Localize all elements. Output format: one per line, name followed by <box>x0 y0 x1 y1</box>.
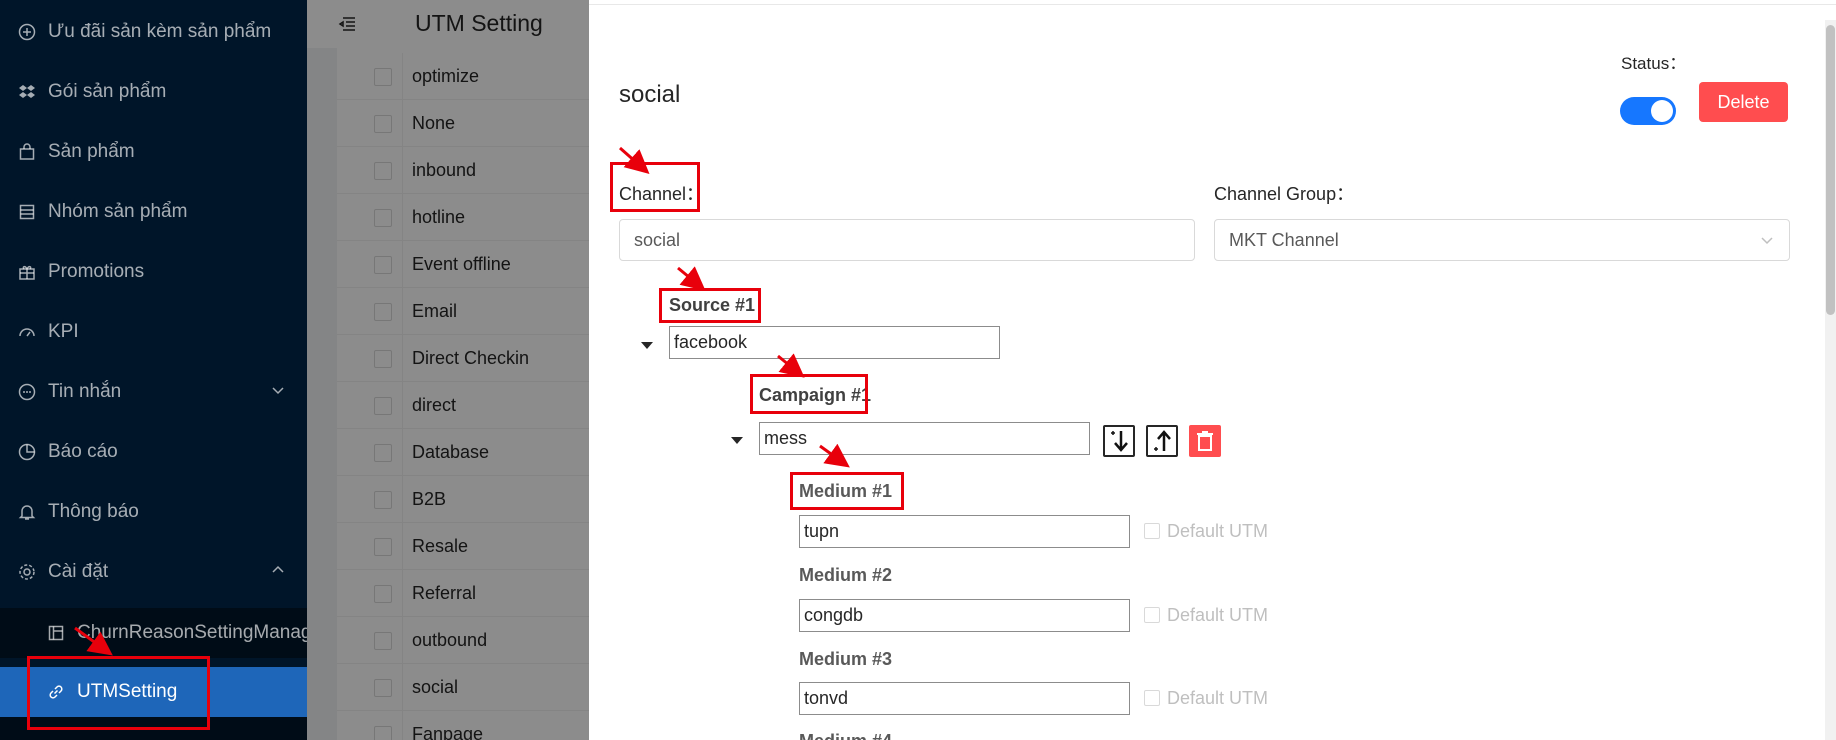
annotation-box-medium <box>790 472 904 510</box>
channel-group-label: Channel Group： <box>1214 184 1355 204</box>
sidebar: Ưu đãi sản kèm sản phẩm Gói sản phẩm Sản… <box>0 0 338 740</box>
gear-icon <box>18 563 36 581</box>
annotation-box-source <box>659 288 761 323</box>
sidebar-item-label: Cài đặt <box>48 561 109 582</box>
layout-icon <box>47 624 65 642</box>
campaign-collapse-caret[interactable] <box>731 437 743 444</box>
chevron-down-icon <box>1761 237 1773 245</box>
sidebar-item-reports[interactable]: Báo cáo <box>0 428 307 476</box>
source-input[interactable]: facebook <box>669 326 1000 359</box>
message-icon <box>18 383 36 401</box>
annotation-box-utm-setting <box>27 656 210 730</box>
move-down-button[interactable] <box>1103 425 1135 457</box>
shopping-bag-icon <box>18 143 36 161</box>
sidebar-item-label: Sản phẩm <box>48 141 135 162</box>
medium-1-default-checkbox[interactable] <box>1144 523 1160 539</box>
medium-2-input[interactable]: congdb <box>799 599 1130 632</box>
channel-input[interactable]: social <box>619 219 1195 261</box>
campaign-input[interactable]: mess <box>759 422 1090 455</box>
sidebar-item-notifications[interactable]: Thông báo <box>0 488 307 536</box>
gift-icon <box>18 263 36 281</box>
sidebar-item-churn-reason-setting[interactable]: ChurnReasonSettingManagem <box>0 608 338 658</box>
sidebar-item-product-package[interactable]: Gói sản phẩm <box>0 68 307 116</box>
plus-circle-icon <box>18 23 36 41</box>
drawer-title: social <box>619 81 681 108</box>
sidebar-item-label: Tin nhắn <box>48 381 122 402</box>
source-collapse-caret[interactable] <box>641 342 653 349</box>
sidebar-item-label: Promotions <box>48 261 145 282</box>
medium-3-input[interactable]: tonvd <box>799 682 1130 715</box>
sidebar-item-settings[interactable]: Cài đặt <box>0 548 307 596</box>
database-icon <box>18 203 36 221</box>
sidebar-item-label: Nhóm sản phẩm <box>48 201 188 222</box>
annotation-box-campaign <box>750 374 868 414</box>
sidebar-item-label: Thông báo <box>48 501 139 522</box>
trash-icon <box>1197 431 1213 451</box>
annotation-box-channel <box>610 162 700 212</box>
utm-edit-drawer: social Status： Delete Channel： social Ch… <box>589 5 1836 740</box>
sidebar-item-product-group[interactable]: Nhóm sản phẩm <box>0 188 307 236</box>
dropbox-icon <box>18 83 36 101</box>
sidebar-item-label: KPI <box>48 321 79 342</box>
arrow-up-icon <box>1154 430 1171 451</box>
status-label: Status： <box>1621 54 1687 73</box>
move-up-button[interactable] <box>1146 425 1178 457</box>
chevron-down-icon <box>272 387 284 395</box>
channel-group-select[interactable]: MKT Channel <box>1214 219 1790 261</box>
sidebar-item-label: ChurnReasonSettingManagem <box>77 622 338 643</box>
medium-3-default-checkbox[interactable] <box>1144 690 1160 706</box>
medium-2-label: Medium #2 <box>799 565 893 585</box>
channel-group-value: MKT Channel <box>1229 230 1339 250</box>
sidebar-item-messages[interactable]: Tin nhắn <box>0 368 307 416</box>
sidebar-item-label: Báo cáo <box>48 441 118 462</box>
toggle-knob <box>1651 100 1673 122</box>
medium-1-default-label: Default UTM <box>1167 521 1269 541</box>
arrow-down-icon <box>1111 431 1128 452</box>
sidebar-item-promotions[interactable]: Promotions <box>0 248 307 296</box>
sidebar-item-product-bundle-offer[interactable]: Ưu đãi sản kèm sản phẩm <box>0 8 307 56</box>
medium-1-input[interactable]: tupn <box>799 515 1130 548</box>
sidebar-item-label: Gói sản phẩm <box>48 81 167 102</box>
sidebar-item-kpi[interactable]: KPI <box>0 308 307 356</box>
delete-button[interactable]: Delete <box>1699 82 1788 122</box>
medium-3-label: Medium #3 <box>799 649 893 669</box>
bell-icon <box>18 503 36 521</box>
sidebar-item-label: Ưu đãi sản kèm sản phẩm <box>48 21 272 42</box>
pie-chart-icon <box>18 443 36 461</box>
medium-3-default-label: Default UTM <box>1167 688 1269 708</box>
medium-2-default-checkbox[interactable] <box>1144 607 1160 623</box>
medium-2-default-label: Default UTM <box>1167 605 1269 625</box>
status-toggle[interactable] <box>1620 97 1676 125</box>
chevron-up-icon <box>272 565 284 573</box>
dashboard-icon <box>18 323 36 341</box>
drawer-scrollbar-thumb[interactable] <box>1826 25 1835 315</box>
delete-campaign-button[interactable] <box>1189 425 1221 457</box>
medium-4-label: Medium #4 <box>799 731 892 740</box>
sidebar-item-product[interactable]: Sản phẩm <box>0 128 307 176</box>
